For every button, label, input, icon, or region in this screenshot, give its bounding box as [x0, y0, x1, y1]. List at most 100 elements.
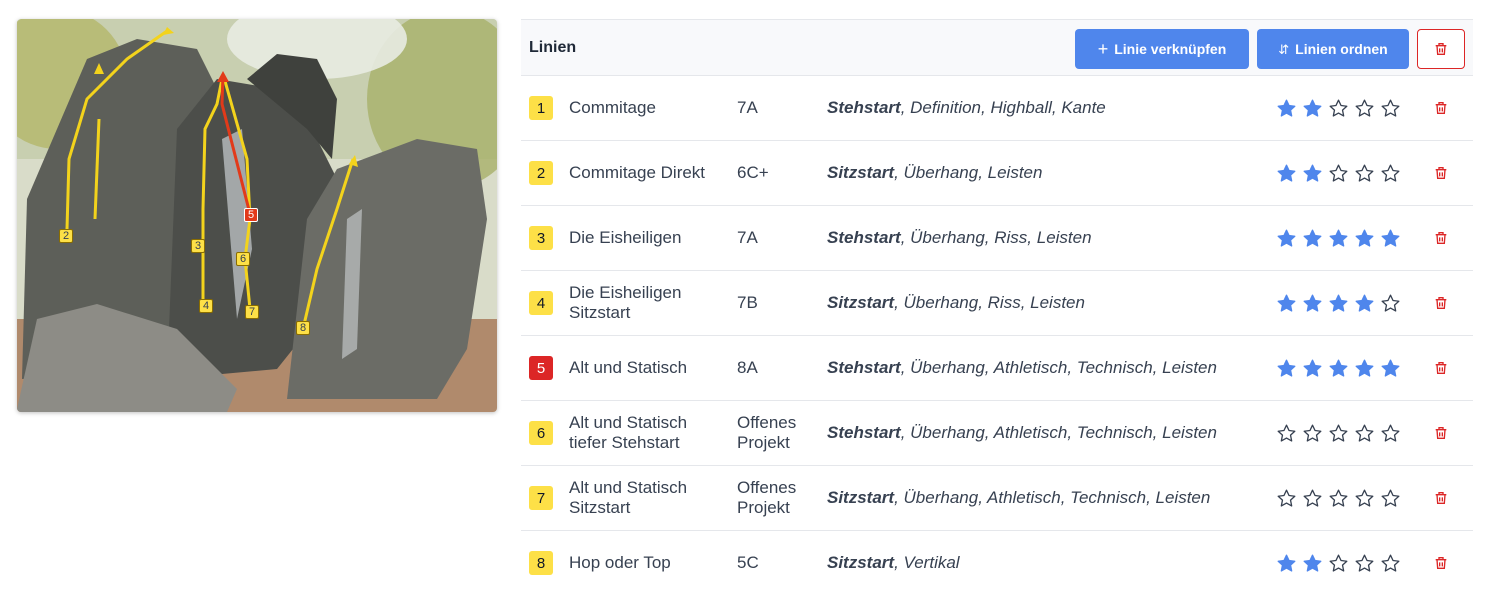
table-row[interactable]: 7 Alt und Statisch Sitzstart Offenes Proje…	[521, 466, 1473, 531]
line-name[interactable]: Commitage	[569, 98, 729, 118]
star-rating[interactable]	[1276, 358, 1401, 379]
star-filled-icon[interactable]	[1276, 293, 1297, 314]
delete-line-button[interactable]	[1431, 553, 1451, 573]
boulder-photo: 2 3 4 5 6 7 8	[17, 19, 497, 412]
line-name[interactable]: Die Eisheiligen Sitzstart	[569, 283, 729, 323]
star-filled-icon[interactable]	[1302, 98, 1323, 119]
star-filled-icon[interactable]	[1276, 163, 1297, 184]
star-filled-icon[interactable]	[1354, 293, 1375, 314]
trash-icon	[1435, 297, 1447, 309]
star-empty-icon[interactable]	[1354, 488, 1375, 509]
topo-label-6[interactable]: 6	[236, 252, 250, 266]
star-empty-icon[interactable]	[1354, 163, 1375, 184]
table-row[interactable]: 8 Hop oder Top 5C Sitzstart, Vertikal	[521, 531, 1473, 590]
star-empty-icon[interactable]	[1380, 293, 1401, 314]
star-empty-icon[interactable]	[1328, 423, 1349, 444]
tag-list: , Überhang, Leisten	[894, 163, 1043, 182]
table-row[interactable]: 3 Die Eisheiligen 7A Stehstart, Überhang, R…	[521, 206, 1473, 271]
star-filled-icon[interactable]	[1276, 553, 1297, 574]
star-rating[interactable]	[1276, 488, 1401, 509]
star-rating[interactable]	[1276, 98, 1401, 119]
star-empty-icon[interactable]	[1328, 163, 1349, 184]
star-empty-icon[interactable]	[1354, 98, 1375, 119]
star-filled-icon[interactable]	[1302, 228, 1323, 249]
delete-line-button[interactable]	[1431, 488, 1451, 508]
line-tags: Stehstart, Überhang, Athletisch, Technis…	[827, 358, 1217, 378]
topo-label-5[interactable]: 5	[244, 208, 258, 222]
star-empty-icon[interactable]	[1380, 423, 1401, 444]
star-rating[interactable]	[1276, 163, 1401, 184]
line-name[interactable]: Commitage Direkt	[569, 163, 729, 183]
star-filled-icon[interactable]	[1328, 358, 1349, 379]
star-filled-icon[interactable]	[1302, 358, 1323, 379]
link-line-button[interactable]: + Linie verknüpfen	[1075, 29, 1249, 69]
star-filled-icon[interactable]	[1276, 228, 1297, 249]
delete-line-button[interactable]	[1431, 228, 1451, 248]
star-filled-icon[interactable]	[1302, 553, 1323, 574]
topo-label-8[interactable]: 8	[296, 321, 310, 335]
star-empty-icon[interactable]	[1380, 488, 1401, 509]
star-empty-icon[interactable]	[1380, 553, 1401, 574]
line-name[interactable]: Alt und Statisch tiefer Stehstart	[569, 413, 729, 453]
line-number-badge: 3	[529, 226, 553, 250]
star-rating[interactable]	[1276, 228, 1401, 249]
star-filled-icon[interactable]	[1328, 293, 1349, 314]
line-name[interactable]: Alt und Statisch	[569, 358, 729, 378]
order-lines-button[interactable]: ⇵ Linien ordnen	[1257, 29, 1409, 69]
star-empty-icon[interactable]	[1302, 488, 1323, 509]
line-name[interactable]: Alt und Statisch Sitzstart	[569, 478, 729, 518]
delete-line-button[interactable]	[1431, 293, 1451, 313]
star-filled-icon[interactable]	[1302, 293, 1323, 314]
table-row[interactable]: 1 Commitage 7A Stehstart, Definition, Highb…	[521, 76, 1473, 141]
start-type: Sitzstart	[827, 293, 895, 312]
star-empty-icon[interactable]	[1328, 98, 1349, 119]
star-empty-icon[interactable]	[1328, 488, 1349, 509]
line-name[interactable]: Die Eisheiligen	[569, 228, 729, 248]
topo-label-2[interactable]: 2	[59, 229, 73, 243]
table-row[interactable]: 4 Die Eisheiligen Sitzstart 7B Sitzstart, Ü…	[521, 271, 1473, 336]
line-number-badge: 4	[529, 291, 553, 315]
delete-line-button[interactable]	[1431, 358, 1451, 378]
star-rating[interactable]	[1276, 423, 1401, 444]
star-empty-icon[interactable]	[1302, 423, 1323, 444]
delete-line-button[interactable]	[1431, 98, 1451, 118]
star-empty-icon[interactable]	[1276, 488, 1297, 509]
star-filled-icon[interactable]	[1380, 358, 1401, 379]
trash-icon	[1435, 43, 1447, 55]
topo-label-7[interactable]: 7	[245, 305, 259, 319]
start-type: Stehstart	[827, 98, 901, 117]
table-row[interactable]: 2 Commitage Direkt 6C+ Sitzstart, Überhang,…	[521, 141, 1473, 206]
star-rating[interactable]	[1276, 553, 1401, 574]
star-filled-icon[interactable]	[1302, 163, 1323, 184]
delete-all-button[interactable]	[1417, 29, 1465, 69]
line-name[interactable]: Hop oder Top	[569, 553, 729, 573]
star-filled-icon[interactable]	[1328, 228, 1349, 249]
trash-icon	[1435, 167, 1447, 179]
line-grade: 5C	[737, 553, 759, 572]
delete-line-button[interactable]	[1431, 423, 1451, 443]
star-empty-icon[interactable]	[1380, 163, 1401, 184]
topo-label-3[interactable]: 3	[191, 239, 205, 253]
star-filled-icon[interactable]	[1380, 228, 1401, 249]
trash-icon	[1435, 427, 1447, 439]
star-empty-icon[interactable]	[1328, 553, 1349, 574]
line-tags: Sitzstart, Vertikal	[827, 553, 960, 573]
star-empty-icon[interactable]	[1354, 553, 1375, 574]
table-row[interactable]: 6 Alt und Statisch tiefer Stehstart Offene…	[521, 401, 1473, 466]
star-filled-icon[interactable]	[1354, 358, 1375, 379]
star-filled-icon[interactable]	[1354, 228, 1375, 249]
star-empty-icon[interactable]	[1354, 423, 1375, 444]
start-type: Sitzstart	[827, 553, 895, 572]
line-number-badge: 8	[529, 551, 553, 575]
star-empty-icon[interactable]	[1380, 98, 1401, 119]
lines-list: 1 Commitage 7A Stehstart, Definition, Highb…	[521, 76, 1473, 590]
star-filled-icon[interactable]	[1276, 358, 1297, 379]
topo-label-4[interactable]: 4	[199, 299, 213, 313]
table-row[interactable]: 5 Alt und Statisch 8A Stehstart, Überhang, …	[521, 336, 1473, 401]
star-filled-icon[interactable]	[1276, 98, 1297, 119]
trash-icon	[1435, 557, 1447, 569]
star-rating[interactable]	[1276, 293, 1401, 314]
start-type: Stehstart	[827, 423, 901, 442]
star-empty-icon[interactable]	[1276, 423, 1297, 444]
delete-line-button[interactable]	[1431, 163, 1451, 183]
